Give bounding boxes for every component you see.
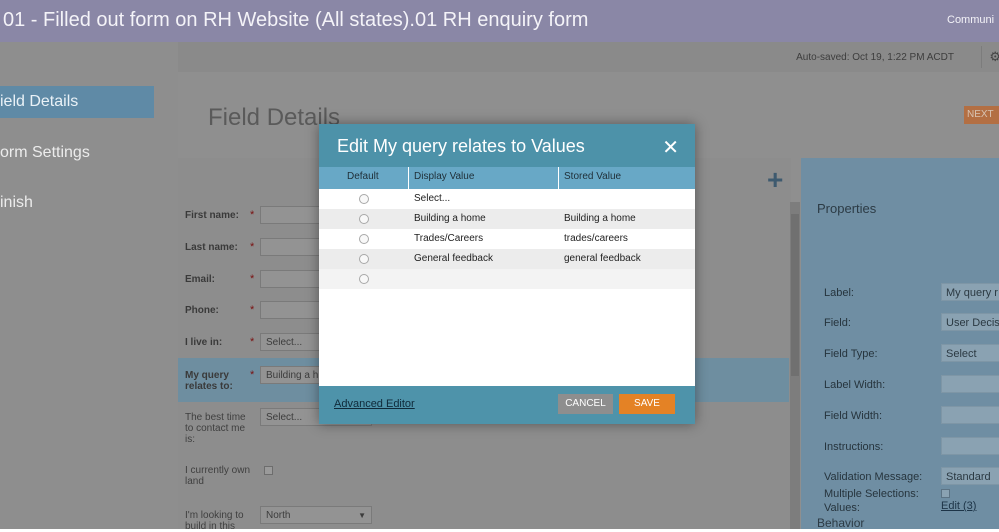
- required-marker: *: [250, 336, 255, 348]
- prop-label: Validation Message:: [824, 471, 923, 483]
- edit-values-modal: Edit My query relates to Values ✕ Defaul…: [319, 124, 695, 424]
- field-label: I live in:: [185, 337, 223, 348]
- display-value-cell[interactable]: Building a home: [414, 213, 486, 224]
- display-value-cell[interactable]: Trades/Careers: [414, 233, 483, 244]
- divider: [981, 46, 982, 68]
- table-row[interactable]: Trades/Careers trades/careers: [319, 229, 695, 249]
- page-title: 01 - Filled out form on RH Website (All …: [3, 9, 589, 31]
- prop-label: Field Width:: [824, 410, 883, 422]
- field-label: Email:: [185, 274, 216, 285]
- advanced-editor-link[interactable]: Advanced Editor: [334, 398, 415, 410]
- modal-header: Edit My query relates to Values ✕: [319, 124, 695, 167]
- field-type-select[interactable]: Select: [941, 344, 999, 362]
- field-label: Last name:: [185, 242, 238, 253]
- display-value-cell[interactable]: Select...: [414, 193, 450, 204]
- modal-footer: Advanced Editor CANCEL SAVE: [319, 386, 695, 424]
- top-bar: 01 - Filled out form on RH Website (All …: [0, 0, 999, 42]
- prop-label: Label Width:: [824, 379, 886, 391]
- region-value: North: [266, 510, 291, 521]
- prop-label: Label:: [824, 287, 854, 299]
- required-marker: *: [250, 273, 255, 285]
- next-button[interactable]: NEXT: [964, 106, 999, 124]
- column-divider: [558, 167, 559, 189]
- autosave-status: Auto-saved: Oct 19, 1:22 PM ACDT: [796, 52, 954, 63]
- default-radio[interactable]: [359, 234, 369, 244]
- default-radio[interactable]: [359, 254, 369, 264]
- status-bar: Auto-saved: Oct 19, 1:22 PM ACDT ⚙: [178, 42, 999, 72]
- validation-select[interactable]: Standard: [941, 467, 999, 485]
- nav-item-form-settings[interactable]: orm Settings: [0, 137, 90, 169]
- required-marker: *: [250, 369, 255, 381]
- properties-title: Properties: [817, 201, 877, 216]
- stored-value-cell[interactable]: general feedback: [564, 253, 641, 264]
- prop-label: Field:: [824, 317, 851, 329]
- gear-icon[interactable]: ⚙: [989, 49, 999, 65]
- required-marker: *: [250, 241, 255, 253]
- left-nav: ield Details orm Settings inish: [0, 42, 178, 529]
- table-row[interactable]: [319, 269, 695, 289]
- column-header-display-value[interactable]: Display Value: [414, 171, 474, 182]
- plus-icon[interactable]: +: [767, 164, 783, 196]
- chevron-down-icon: ▼: [358, 511, 366, 520]
- nav-item-field-details[interactable]: ield Details: [0, 86, 154, 118]
- properties-panel: Properties Label: My query r Field: User…: [801, 158, 999, 529]
- table-row[interactable]: Select...: [319, 189, 695, 209]
- values-grid: Default Display Value Stored Value Selec…: [319, 167, 695, 386]
- region-select[interactable]: North ▼: [260, 506, 372, 524]
- field-label: My query relates to:: [185, 370, 233, 392]
- default-radio[interactable]: [359, 194, 369, 204]
- prop-label: Field Type:: [824, 348, 878, 360]
- column-header-stored-value[interactable]: Stored Value: [564, 171, 621, 182]
- modal-title: Edit My query relates to Values: [337, 136, 585, 156]
- prop-label: Values:: [824, 502, 860, 514]
- display-value-cell[interactable]: General feedback: [414, 253, 493, 264]
- close-icon[interactable]: ✕: [662, 135, 679, 160]
- field-label: The best time to contact me is:: [185, 412, 246, 445]
- nav-item-finish[interactable]: inish: [0, 187, 33, 219]
- field-label: First name:: [185, 210, 239, 221]
- multiple-selections-checkbox[interactable]: [941, 489, 950, 498]
- prop-label: Instructions:: [824, 441, 884, 453]
- required-marker: *: [250, 209, 255, 221]
- community-link[interactable]: Communi: [947, 14, 999, 26]
- cancel-button[interactable]: CANCEL: [558, 394, 613, 414]
- stored-value-cell[interactable]: trades/careers: [564, 233, 628, 244]
- behavior-heading: Behavior: [817, 516, 865, 530]
- grid-header: Default Display Value Stored Value: [319, 167, 695, 189]
- default-radio[interactable]: [359, 214, 369, 224]
- table-row[interactable]: General feedback general feedback: [319, 249, 695, 269]
- prop-label: Multiple Selections:: [824, 488, 919, 500]
- values-edit-link[interactable]: Edit (3): [941, 500, 976, 512]
- own-land-checkbox[interactable]: [264, 466, 273, 475]
- label-width-input[interactable]: [941, 375, 999, 393]
- scrollbar-thumb[interactable]: [791, 214, 799, 376]
- stored-value-cell[interactable]: Building a home: [564, 213, 636, 224]
- field-width-input[interactable]: [941, 406, 999, 424]
- default-radio[interactable]: [359, 274, 369, 284]
- required-marker: *: [250, 304, 255, 316]
- instructions-input[interactable]: [941, 437, 999, 455]
- field-label: I currently own land: [185, 465, 251, 487]
- field-select[interactable]: User Decisi: [941, 313, 999, 331]
- table-row[interactable]: Building a home Building a home: [319, 209, 695, 229]
- field-label: Phone:: [185, 305, 219, 316]
- column-divider: [408, 167, 409, 189]
- column-header-default[interactable]: Default: [347, 171, 379, 182]
- save-button[interactable]: SAVE: [619, 394, 675, 414]
- label-input[interactable]: My query r: [941, 283, 999, 301]
